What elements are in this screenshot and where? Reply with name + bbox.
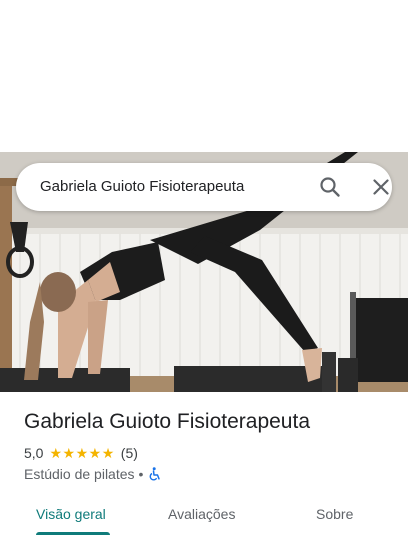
star-icon: ★ — [62, 445, 76, 461]
search-icon[interactable] — [318, 175, 342, 199]
rating-value: 5,0 — [24, 445, 44, 461]
place-title: Gabriela Guioto Fisioterapeuta — [24, 410, 310, 433]
wheelchair-icon — [147, 467, 161, 481]
close-icon[interactable] — [369, 175, 393, 199]
star-icon: ★ — [75, 445, 89, 461]
star-icon: ★ — [49, 445, 63, 461]
place-info-panel: Gabriela Guioto Fisioterapeuta 5,0 ★ ★ ★… — [0, 392, 408, 544]
review-count[interactable]: (5) — [121, 445, 138, 461]
place-tabs: Visão geral Avaliações Sobre — [0, 496, 408, 536]
search-bar[interactable]: Gabriela Guioto Fisioterapeuta — [16, 163, 392, 211]
star-icon: ★ — [88, 445, 102, 461]
star-icon: ★ — [101, 445, 115, 461]
tab-about[interactable]: Sobre — [316, 506, 353, 522]
tab-reviews[interactable]: Avaliações — [168, 506, 235, 522]
search-query[interactable]: Gabriela Guioto Fisioterapeuta — [40, 178, 244, 195]
rating-row[interactable]: 5,0 ★ ★ ★ ★ ★ (5) — [24, 444, 138, 462]
active-tab-indicator — [36, 532, 110, 535]
category-row: Estúdio de pilates • — [24, 465, 161, 483]
star-rating: ★ ★ ★ ★ ★ — [49, 446, 114, 460]
place-category: Estúdio de pilates — [24, 466, 135, 482]
separator-dot: • — [138, 466, 144, 482]
tab-overview[interactable]: Visão geral — [36, 506, 106, 522]
top-blank-area — [0, 0, 408, 152]
